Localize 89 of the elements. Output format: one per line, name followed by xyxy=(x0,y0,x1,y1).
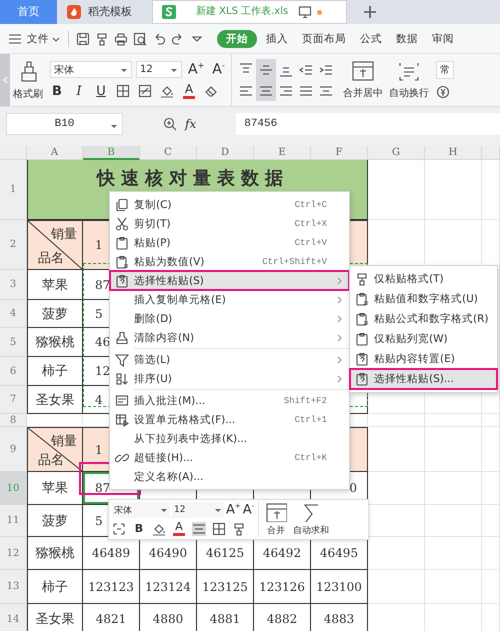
column-header[interactable]: D xyxy=(197,146,254,160)
menu-item[interactable]: 粘贴公式和数字格式(R) xyxy=(350,309,497,329)
function-button[interactable]: fx xyxy=(185,117,196,131)
row-header[interactable]: 1 xyxy=(0,160,27,220)
formula-field[interactable]: 87456 xyxy=(236,113,500,135)
grow-font-button[interactable]: A$^{+}$ xyxy=(226,503,241,517)
shortcut-label: Ctrl+X xyxy=(294,218,328,228)
table-cell: 123126 xyxy=(254,570,311,604)
table-cell: 苹果 xyxy=(27,472,83,505)
row-header[interactable]: 8 xyxy=(0,414,27,427)
underline-button[interactable]: U xyxy=(94,84,108,98)
font-size-select[interactable]: 12 xyxy=(172,502,224,518)
table-cell: 4882 xyxy=(254,604,311,631)
document-tab[interactable]: 新建 XLS 工作表.xls xyxy=(152,0,347,24)
table-cell: 4883 xyxy=(311,604,368,631)
autosum-button[interactable]: 自动求和 xyxy=(293,502,330,537)
column-header[interactable]: F xyxy=(311,146,368,160)
shortcut-label: Ctrl+V xyxy=(294,238,328,248)
row-header[interactable]: 12 xyxy=(0,537,27,570)
row-header[interactable]: 6 xyxy=(0,357,27,386)
menu-item[interactable]: 仅粘贴列宽(W) xyxy=(350,329,497,349)
shortcut-label: Shift+F2 xyxy=(284,396,328,406)
column-header[interactable]: G xyxy=(368,146,425,160)
row-header[interactable]: 14 xyxy=(0,604,27,631)
table-cell: 圣女果 xyxy=(27,604,83,631)
menu-item[interactable]: 仅粘贴格式(T) xyxy=(350,269,497,289)
table-cell: 圣女果 xyxy=(27,386,83,414)
ribbon-tab[interactable]: 页面布局 xyxy=(297,30,351,48)
font-select[interactable]: 宋体 xyxy=(112,502,170,518)
table-cell: 苹果 xyxy=(27,270,83,300)
menu-item[interactable]: 粘贴值和数字格式(U) xyxy=(350,289,497,309)
font-select[interactable]: 宋体 xyxy=(50,61,132,78)
name-box[interactable]: B10 xyxy=(6,113,123,135)
bold-button[interactable]: B xyxy=(50,84,64,98)
table-cell: 柿子 xyxy=(27,357,83,386)
italic-button[interactable]: I xyxy=(72,84,86,98)
table-cell: 4880 xyxy=(140,604,197,631)
ribbon-tab[interactable]: 公式 xyxy=(355,30,387,48)
row-header[interactable]: 4 xyxy=(0,300,27,328)
table-cell: 菠萝 xyxy=(27,300,83,328)
file-menu[interactable]: 文件 xyxy=(27,32,61,46)
column-header[interactable]: C xyxy=(140,146,197,160)
table-cell: 123125 xyxy=(197,570,254,604)
shortcut-label: Ctrl+K xyxy=(294,452,328,462)
font-color-button[interactable]: A xyxy=(182,83,196,99)
table-cell: 柿子 xyxy=(27,570,83,604)
format-painter-button[interactable]: 格式刷 xyxy=(10,54,46,106)
merge-center-button[interactable]: 合并居中 xyxy=(340,54,386,106)
grow-font-button[interactable]: A$^{+}$ xyxy=(186,62,206,77)
document-tab[interactable]: 稻壳模板 xyxy=(57,0,150,24)
number-format-select[interactable]: 常 xyxy=(436,61,454,79)
table-cell: 123124 xyxy=(140,570,197,604)
wrap-text-button[interactable]: 自动换行 xyxy=(386,54,432,106)
shortcut-label: Ctrl+C xyxy=(294,200,328,210)
header-label: 销量 xyxy=(51,433,77,450)
ribbon-tab[interactable]: 审阅 xyxy=(427,30,459,48)
column-header[interactable]: E xyxy=(254,146,311,160)
row-header[interactable]: 11 xyxy=(0,505,27,537)
row-header[interactable]: 13 xyxy=(0,570,27,604)
row-header[interactable]: 3 xyxy=(0,270,27,300)
shortcut-label: Ctrl+Shift+V xyxy=(262,256,328,266)
menu-item[interactable]: 选择性粘贴(S) xyxy=(110,271,349,290)
ribbon-tab[interactable]: 数据 xyxy=(391,30,423,48)
row-header[interactable]: 5 xyxy=(0,328,27,357)
menu-item[interactable]: 复制(C) Ctrl+C xyxy=(110,195,349,214)
font-color-button[interactable]: A xyxy=(172,521,186,536)
table-cell: 猕猴桃 xyxy=(27,328,83,357)
row-header[interactable]: 2 xyxy=(0,220,27,270)
shrink-font-button[interactable]: A$^{-}$ xyxy=(210,62,227,77)
font-size-select[interactable]: 12 xyxy=(136,61,182,78)
header-label: 销量 xyxy=(51,226,77,243)
row-header[interactable]: 7 xyxy=(0,386,27,414)
column-header[interactable]: A xyxy=(27,146,83,160)
table-cell: 123123 xyxy=(83,570,140,604)
table-cell: 猕猴桃 xyxy=(27,537,83,570)
table-cell: 4881 xyxy=(197,604,254,631)
shortcut-label: Ctrl+1 xyxy=(294,414,328,424)
menu-item[interactable]: 粘贴内容转置(E) xyxy=(350,349,497,369)
merge-button[interactable]: 合并 xyxy=(265,502,288,537)
header-label: 品名 xyxy=(38,250,64,267)
row-header[interactable]: 9 xyxy=(0,427,27,472)
menu-item[interactable]: 选择性粘贴(S)... xyxy=(350,369,497,389)
header-label: 品名 xyxy=(38,452,64,469)
table-cell: 菠萝 xyxy=(27,505,83,537)
column-header[interactable]: H xyxy=(425,146,482,160)
ribbon-tab[interactable]: 插入 xyxy=(261,30,293,48)
table-cell: 4821 xyxy=(83,604,140,631)
table-cell: 123100 xyxy=(311,570,368,604)
shrink-font-button[interactable]: A$^{-}$ xyxy=(242,503,254,517)
